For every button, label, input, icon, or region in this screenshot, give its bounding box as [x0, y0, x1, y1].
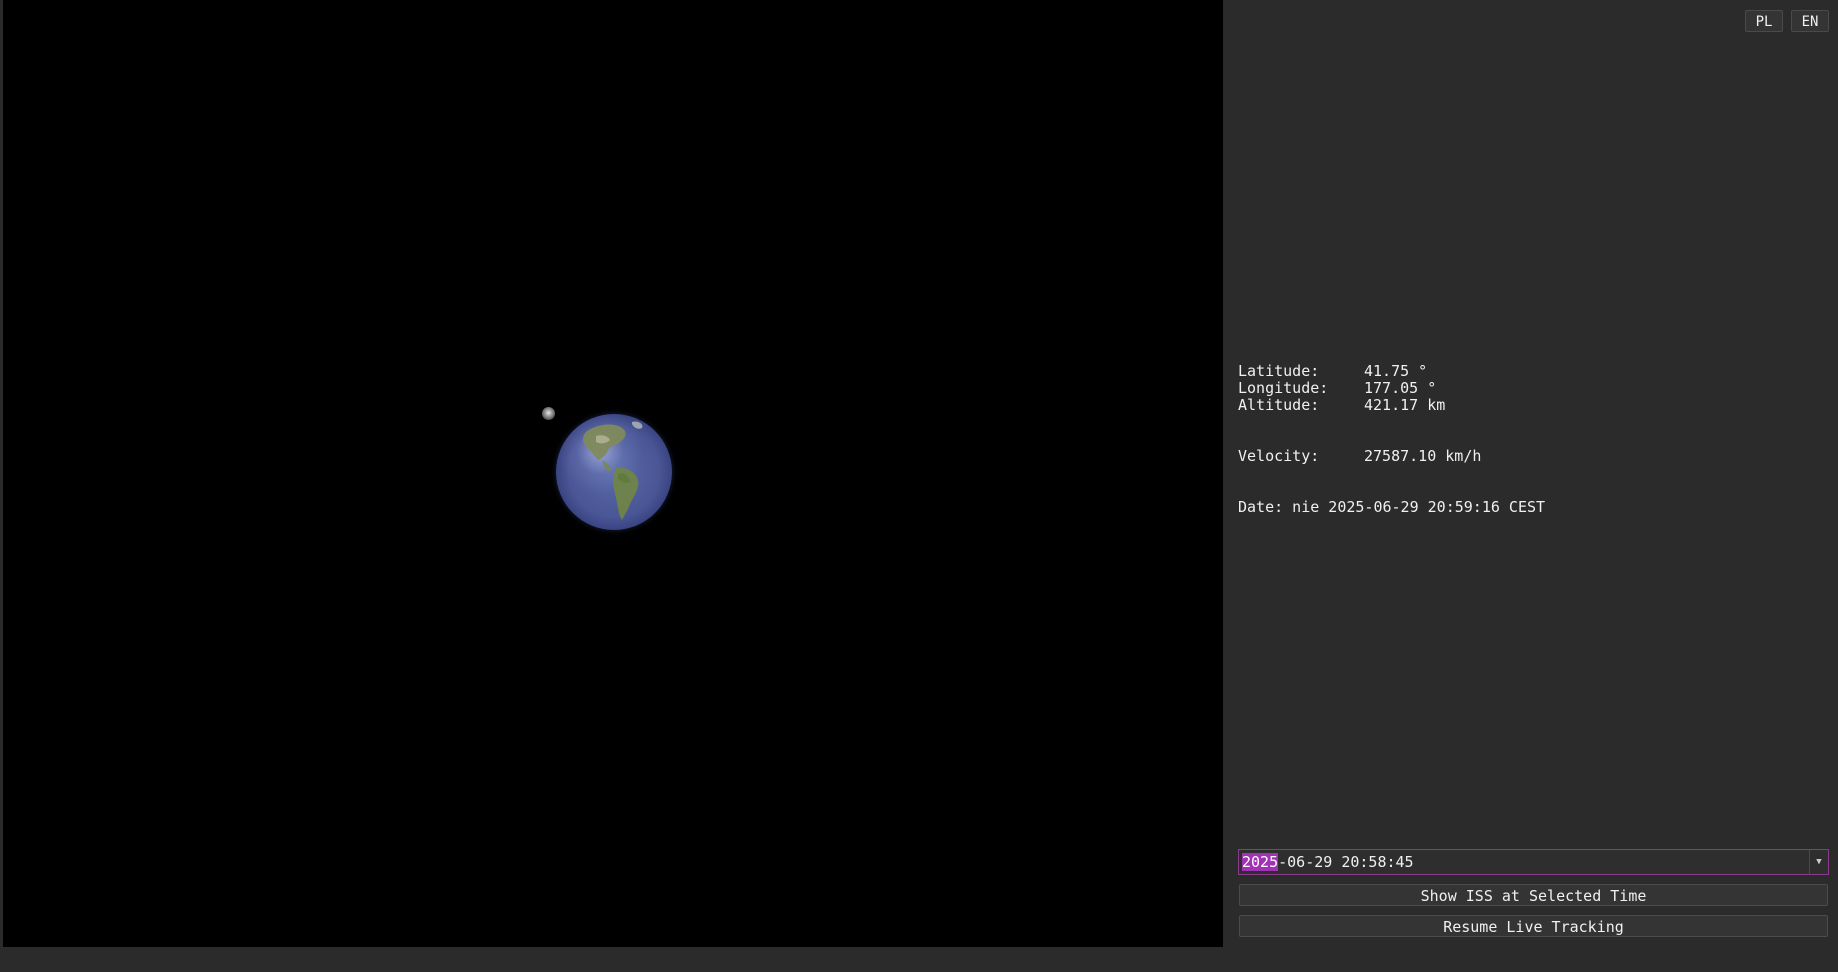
continents-map	[583, 421, 643, 520]
resume-live-tracking-button[interactable]: Resume Live Tracking	[1239, 915, 1828, 937]
longitude-row: Longitude: 177.05 °	[1238, 380, 1436, 397]
longitude-label: Longitude:	[1238, 379, 1329, 397]
latitude-row: Latitude: 41.75 °	[1238, 363, 1427, 380]
longitude-value: 177.05 °	[1364, 379, 1437, 397]
language-pl-button[interactable]: PL	[1745, 10, 1783, 32]
altitude-label: Altitude:	[1238, 396, 1320, 414]
3d-viewport[interactable]	[3, 0, 1223, 947]
show-iss-selected-time-button[interactable]: Show ISS at Selected Time	[1239, 884, 1828, 906]
chevron-down-icon[interactable]: ▼	[1809, 850, 1828, 874]
language-en-button[interactable]: EN	[1791, 10, 1829, 32]
latitude-label: Latitude:	[1238, 362, 1320, 380]
velocity-label: Velocity:	[1238, 447, 1320, 465]
earth-globe	[556, 414, 672, 530]
altitude-row: Altitude: 421.17 km	[1238, 397, 1445, 414]
datetime-year-selection[interactable]: 2025	[1242, 853, 1279, 871]
datetime-rest[interactable]: -06-29 20:58:45	[1278, 853, 1413, 871]
iss-marker[interactable]	[542, 407, 555, 420]
velocity-value: 27587.10 km/h	[1364, 447, 1482, 465]
velocity-row: Velocity: 27587.10 km/h	[1238, 448, 1481, 465]
date-text: Date: nie 2025-06-29 20:59:16 CEST	[1238, 498, 1546, 516]
datetime-input[interactable]: 2025-06-29 20:58:45 ▼	[1238, 849, 1829, 875]
altitude-value: 421.17 km	[1364, 396, 1446, 414]
latitude-value: 41.75 °	[1364, 362, 1428, 380]
